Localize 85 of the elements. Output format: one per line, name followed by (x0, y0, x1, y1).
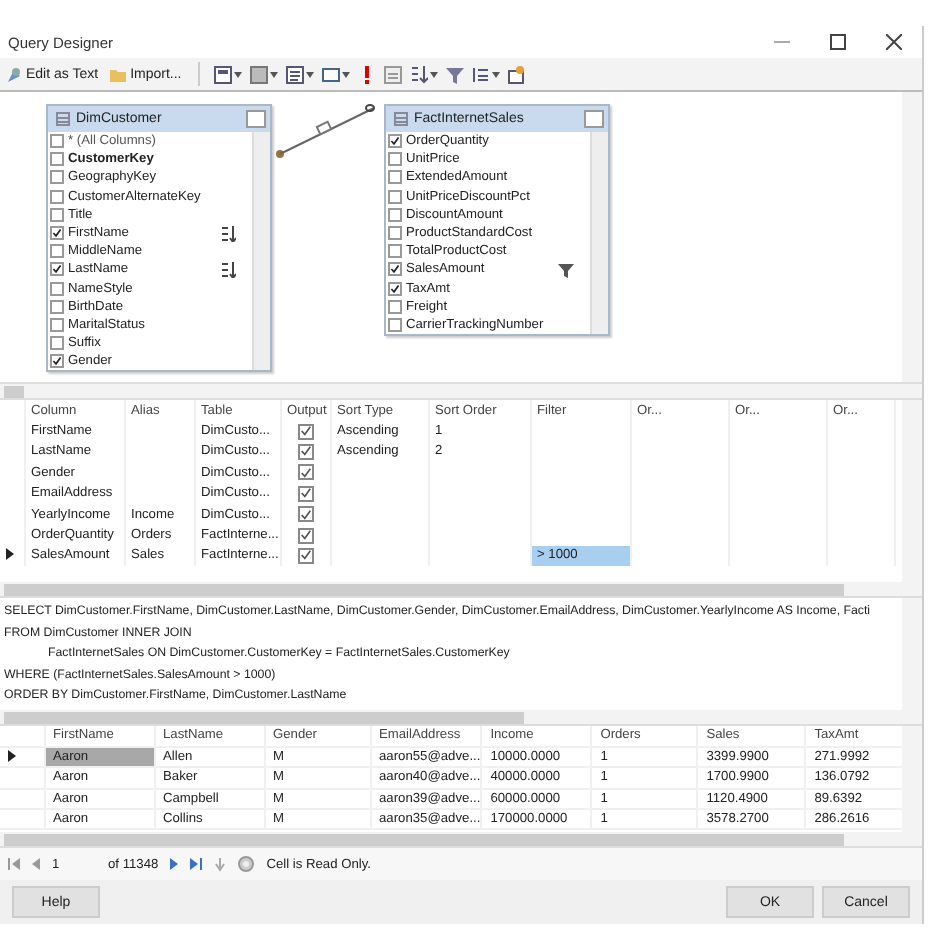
checkbox[interactable] (50, 299, 64, 314)
new-record-icon[interactable] (214, 857, 227, 871)
first-record-icon[interactable] (8, 858, 20, 870)
cancel-record-icon[interactable] (238, 856, 255, 872)
checkbox[interactable] (50, 281, 64, 296)
close-icon[interactable] (886, 34, 902, 50)
list-icon (471, 65, 490, 83)
folder-icon (110, 66, 127, 82)
scrollbar[interactable] (902, 598, 922, 710)
checkbox[interactable] (388, 262, 402, 277)
caret-icon (341, 71, 350, 77)
table-tool[interactable] (505, 63, 528, 85)
checkbox[interactable] (388, 207, 402, 222)
list-tool[interactable] (469, 63, 502, 85)
checkbox[interactable] (388, 134, 402, 149)
scrollbar[interactable] (902, 400, 922, 582)
filter-icon (445, 65, 464, 83)
checkbox[interactable] (50, 244, 64, 259)
checkbox[interactable] (50, 189, 64, 204)
checkbox[interactable] (388, 170, 402, 185)
diagram-icon (213, 65, 232, 83)
row-pointer-icon (8, 749, 16, 762)
document-icon (383, 65, 402, 83)
checkbox[interactable] (50, 354, 64, 369)
pencil-icon (6, 66, 22, 82)
last-record-icon[interactable] (190, 858, 203, 870)
caret-icon (233, 71, 242, 77)
checkbox[interactable] (297, 423, 313, 440)
checkbox[interactable] (297, 464, 313, 481)
checkbox[interactable] (388, 299, 402, 314)
scrollbar[interactable] (0, 832, 922, 848)
checkbox[interactable] (50, 207, 64, 222)
row-pointer-icon (6, 547, 14, 560)
checkbox[interactable] (388, 281, 402, 296)
filter-tool[interactable] (443, 63, 466, 85)
checkbox[interactable] (50, 170, 64, 185)
minimize-button[interactable] (584, 110, 604, 128)
checkbox[interactable] (388, 226, 402, 241)
caret-icon (269, 71, 278, 77)
document-tool[interactable] (381, 63, 404, 85)
scrollbar[interactable] (0, 384, 922, 400)
checkbox[interactable] (388, 244, 402, 259)
window-tool[interactable] (319, 63, 352, 85)
caret-icon (491, 71, 500, 77)
checkbox[interactable] (50, 152, 64, 167)
text-pane-tool[interactable] (283, 63, 316, 85)
diagram-tool[interactable] (211, 63, 244, 85)
scrollbar[interactable] (252, 132, 270, 371)
grid-icon (249, 65, 268, 83)
next-record-icon[interactable] (170, 858, 179, 870)
scrollbar[interactable] (902, 726, 922, 832)
checkbox[interactable] (50, 134, 64, 149)
sort-tool[interactable] (407, 63, 440, 85)
checkbox[interactable] (50, 336, 64, 351)
relationship-line (276, 104, 375, 158)
table-icon (507, 65, 526, 83)
table-icon (56, 112, 70, 126)
checkbox[interactable] (297, 506, 313, 523)
table-icon (394, 112, 408, 126)
text-pane-icon (285, 65, 304, 83)
minimize-button[interactable] (246, 110, 266, 128)
previous-record-icon[interactable] (32, 858, 40, 870)
window-icon (321, 65, 340, 83)
checkbox[interactable] (388, 152, 402, 167)
caret-icon (429, 71, 438, 77)
checkbox[interactable] (297, 443, 313, 460)
scrollbar[interactable] (0, 710, 922, 726)
caret-icon (305, 71, 314, 77)
scrollbar[interactable] (0, 582, 922, 598)
scrollbar[interactable] (590, 132, 608, 335)
checkbox[interactable] (50, 226, 64, 241)
grid-tool[interactable] (247, 63, 280, 85)
maximize-icon[interactable] (830, 34, 846, 50)
scrollbar[interactable] (902, 92, 922, 382)
checkbox[interactable] (297, 527, 313, 544)
checkbox[interactable] (50, 262, 64, 277)
checkbox[interactable] (297, 547, 313, 564)
checkbox[interactable] (50, 317, 64, 332)
checkbox[interactable] (388, 189, 402, 204)
sort-icon (409, 65, 428, 83)
checkbox[interactable] (297, 485, 313, 502)
sort-icon (220, 261, 236, 278)
checkbox[interactable] (388, 317, 402, 332)
filter-icon (558, 261, 574, 278)
sort-icon (220, 225, 236, 242)
